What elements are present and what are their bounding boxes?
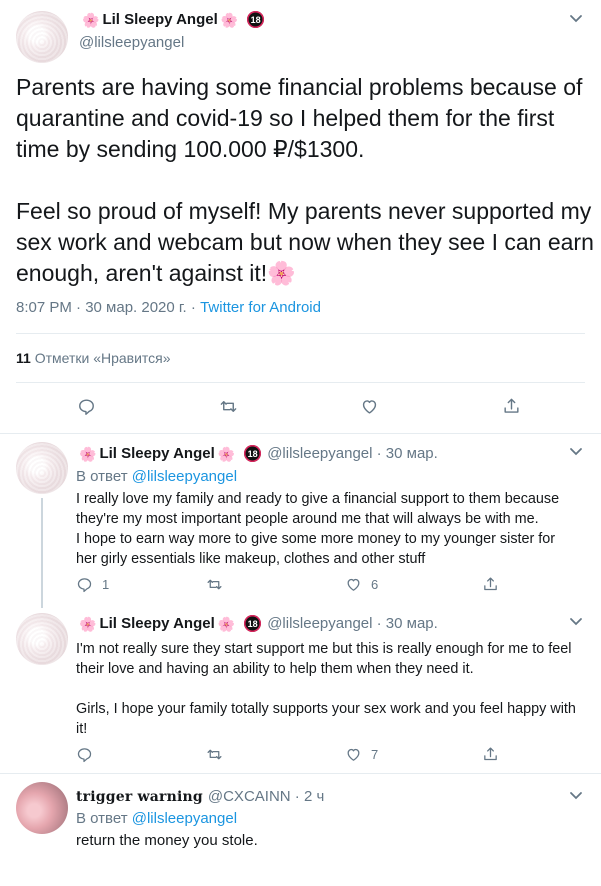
reply-avatar[interactable] bbox=[16, 782, 68, 834]
retweet-icon bbox=[220, 401, 237, 412]
in-reply-to: В ответ @lilsleepyangel bbox=[76, 810, 237, 827]
author-handle[interactable]: @lilsleepyangel bbox=[79, 34, 184, 51]
reply-text-line: I hope to earn way more to give some mor… bbox=[76, 531, 556, 547]
share-icon bbox=[484, 747, 497, 761]
tweet-paragraph: Parents are having some financial proble… bbox=[16, 74, 583, 162]
like-count: 6 bbox=[371, 577, 379, 592]
in-reply-label: В ответ bbox=[76, 810, 128, 827]
reply-mention[interactable]: @lilsleepyangel bbox=[132, 468, 237, 485]
like-icon bbox=[347, 748, 360, 761]
in-reply-label: В ответ bbox=[76, 468, 128, 485]
flower-emoji: 🌸 bbox=[217, 615, 236, 632]
retweet-button[interactable] bbox=[206, 746, 232, 763]
reply-text: return the money you stole. bbox=[76, 832, 258, 849]
reply-text-line: her girly essentials like makeup, clothe… bbox=[76, 551, 426, 567]
flower-emoji: 🌸 bbox=[82, 11, 100, 28]
adult-18-icon: 18 bbox=[244, 445, 262, 462]
flower-emoji: 🌸 bbox=[79, 615, 97, 632]
divider bbox=[16, 333, 585, 334]
like-button[interactable] bbox=[360, 397, 379, 416]
flower-emoji: 🌸 bbox=[217, 445, 236, 462]
likes-summary[interactable]: 11 Отметки «Нравится» bbox=[16, 350, 171, 366]
author-avatar[interactable] bbox=[16, 11, 68, 63]
reply-name-row[interactable]: 🌸 Lil Sleepy Angel 🌸 18 @lilsleepyangel … bbox=[76, 445, 438, 462]
adult-18-icon: 18 bbox=[244, 615, 262, 632]
like-icon bbox=[347, 578, 360, 591]
reply-icon bbox=[79, 399, 94, 415]
like-count: 7 bbox=[371, 747, 379, 762]
reply-icon bbox=[77, 748, 92, 763]
reply-name-row[interactable]: 🌸 Lil Sleepy Angel 🌸 18 @lilsleepyangel … bbox=[76, 615, 438, 632]
tweet-meta: 8:07 PM · 30 мар. 2020 г. · Twitter for … bbox=[16, 299, 321, 316]
reply-handle-time[interactable]: @CXCAINN · 2 ч bbox=[208, 788, 324, 805]
reply-text: I really love my family and ready to giv… bbox=[76, 489, 586, 569]
reply-tweet[interactable]: 🌸 Lil Sleepy Angel 🌸 18 @lilsleepyangel … bbox=[0, 435, 601, 608]
share-button[interactable] bbox=[502, 397, 521, 416]
divider bbox=[16, 382, 585, 383]
tweet-text: Parents are having some financial proble… bbox=[16, 72, 596, 289]
reply-count: 1 bbox=[102, 577, 110, 592]
reply-handle-time[interactable]: @lilsleepyangel · 30 мар. bbox=[267, 615, 438, 632]
author-name-row[interactable]: 🌸 Lil Sleepy Angel 🌸 18 bbox=[79, 11, 265, 28]
share-icon bbox=[484, 577, 497, 591]
reply-display-name[interactable]: Lil Sleepy Angel bbox=[99, 445, 214, 462]
chevron-down-icon[interactable] bbox=[569, 14, 583, 24]
tweet-source[interactable]: Twitter for Android bbox=[200, 299, 321, 316]
like-button[interactable]: 6 bbox=[345, 576, 378, 593]
retweet-icon bbox=[207, 579, 222, 590]
share-icon bbox=[504, 398, 519, 413]
flower-emoji: 🌸 bbox=[220, 11, 239, 28]
reply-button[interactable] bbox=[76, 746, 102, 763]
in-reply-to: В ответ @lilsleepyangel bbox=[76, 468, 237, 485]
like-button[interactable]: 7 bbox=[345, 746, 378, 763]
reply-button[interactable]: 1 bbox=[76, 576, 109, 593]
reply-name-row[interactable]: 𝐭𝐫𝐢𝐠𝐠𝐞𝐫 𝐰𝐚𝐫𝐧𝐢𝐧𝐠 @CXCAINN · 2 ч bbox=[76, 788, 324, 805]
reply-mention[interactable]: @lilsleepyangel bbox=[132, 810, 237, 827]
reply-display-name[interactable]: Lil Sleepy Angel bbox=[99, 615, 214, 632]
reply-avatar[interactable] bbox=[16, 613, 68, 665]
reply-handle-time[interactable]: @lilsleepyangel · 30 мар. bbox=[267, 445, 438, 462]
retweet-button[interactable] bbox=[206, 576, 232, 593]
retweet-button[interactable] bbox=[219, 397, 238, 416]
reply-paragraph: Girls, I hope your family totally suppor… bbox=[76, 701, 576, 737]
reply-avatar[interactable] bbox=[16, 442, 68, 494]
thread-line bbox=[41, 498, 43, 608]
meta-separator: · bbox=[186, 299, 201, 316]
adult-18-icon: 18 bbox=[247, 11, 265, 28]
chevron-down-icon[interactable] bbox=[569, 447, 583, 457]
likes-label: Отметки «Нравится» bbox=[34, 350, 171, 366]
reply-tweet[interactable]: 🌸 Lil Sleepy Angel 🌸 18 @lilsleepyangel … bbox=[0, 605, 601, 770]
reply-paragraph: I'm not really sure they start support m… bbox=[76, 641, 572, 677]
reply-tweet[interactable]: 𝐭𝐫𝐢𝐠𝐠𝐞𝐫 𝐰𝐚𝐫𝐧𝐢𝐧𝐠 @CXCAINN · 2 ч В ответ @… bbox=[0, 774, 601, 886]
reply-button[interactable] bbox=[77, 397, 96, 416]
chevron-down-icon[interactable] bbox=[569, 617, 583, 627]
like-icon bbox=[362, 400, 377, 414]
author-display-name[interactable]: Lil Sleepy Angel bbox=[102, 11, 217, 28]
tweet-timestamp[interactable]: 8:07 PM · 30 мар. 2020 г. bbox=[16, 299, 187, 316]
reply-text-line: I really love my family and ready to giv… bbox=[76, 491, 560, 507]
reply-text: I'm not really sure they start support m… bbox=[76, 639, 586, 739]
tweet-paragraph: Feel so proud of myself! My parents neve… bbox=[16, 198, 594, 286]
retweet-icon bbox=[207, 749, 222, 760]
flower-emoji: 🌸 bbox=[79, 445, 97, 462]
main-tweet: 🌸 Lil Sleepy Angel 🌸 18 @lilsleepyangel … bbox=[0, 0, 601, 434]
share-button[interactable] bbox=[482, 746, 499, 763]
reply-display-name[interactable]: 𝐭𝐫𝐢𝐠𝐠𝐞𝐫 𝐰𝐚𝐫𝐧𝐢𝐧𝐠 bbox=[76, 789, 203, 805]
likes-count: 11 bbox=[16, 350, 31, 366]
chevron-down-icon[interactable] bbox=[569, 791, 583, 801]
reply-text-line: they're my most important people around … bbox=[76, 511, 539, 527]
share-button[interactable] bbox=[482, 576, 499, 593]
reply-icon bbox=[77, 578, 92, 593]
